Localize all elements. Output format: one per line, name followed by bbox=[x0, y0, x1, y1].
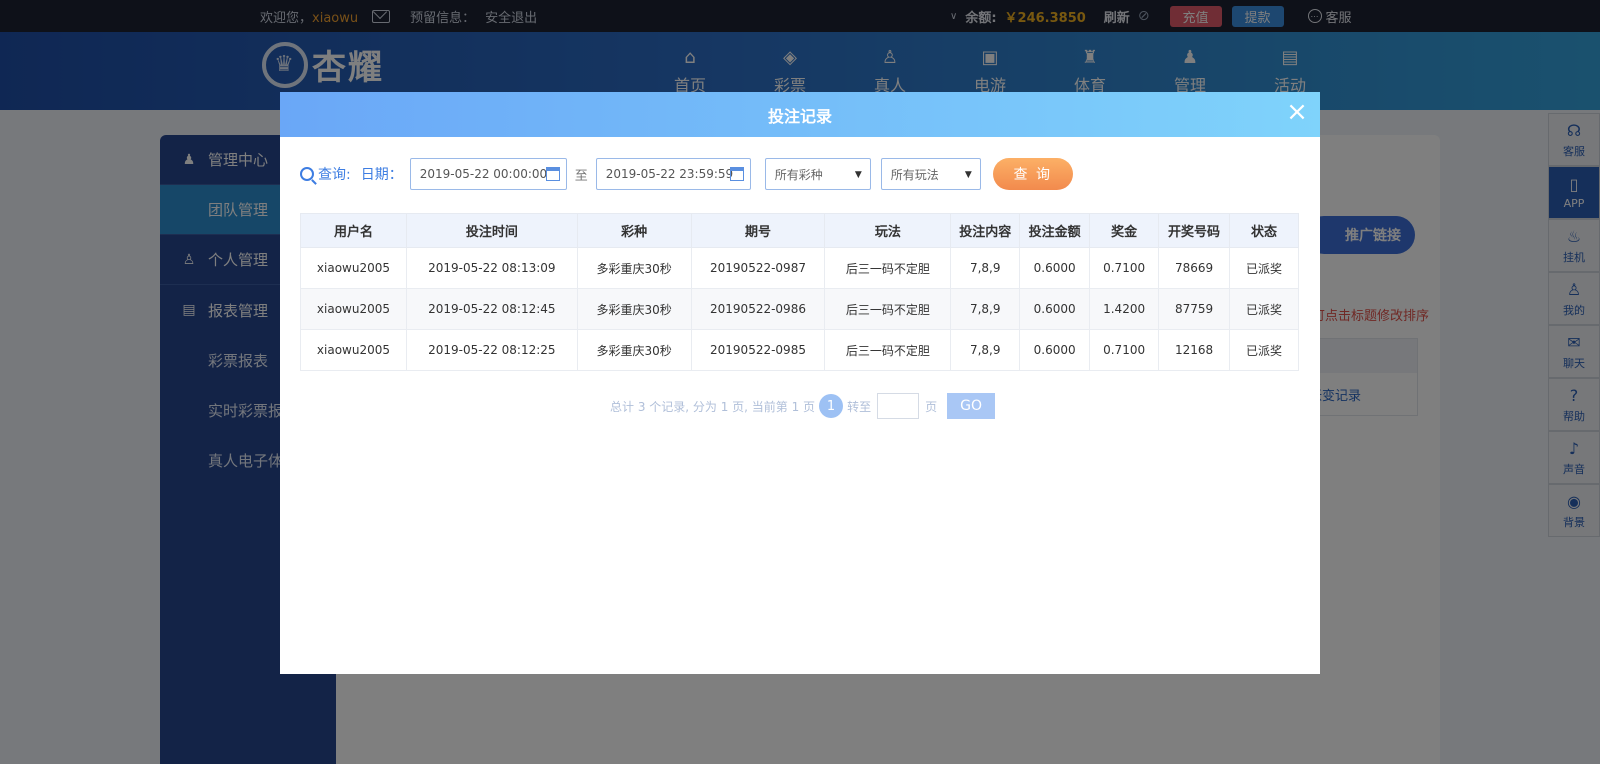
bet-record-table: 用户名 投注时间 彩种 期号 玩法 投注内容 投注金额 奖金 开奖号码 状态 x… bbox=[300, 213, 1299, 371]
calendar-icon[interactable] bbox=[545, 167, 560, 181]
page-number-current[interactable]: 1 bbox=[819, 394, 844, 418]
query-label-text: 查询: bbox=[318, 167, 351, 183]
column-header[interactable]: 投注内容 bbox=[950, 213, 1021, 248]
play-type-select[interactable]: 所有玩法 ▼ bbox=[880, 158, 981, 190]
date-label: 日期： bbox=[360, 167, 403, 183]
table-row[interactable]: xiaowu2005 2019-05-22 08:12:25 多彩重庆30秒 2… bbox=[300, 329, 1299, 371]
cell-username: xiaowu2005 bbox=[300, 329, 407, 371]
cell-content: 7,8,9 bbox=[950, 288, 1021, 330]
table-header-row: 用户名 投注时间 彩种 期号 玩法 投注内容 投注金额 奖金 开奖号码 状态 bbox=[300, 213, 1299, 248]
cell-issue: 20190522-0986 bbox=[690, 288, 826, 330]
column-header[interactable]: 期号 bbox=[690, 213, 826, 248]
bet-record-modal: 投注记录 × 查询: 日期： 2019-05-22 00:00:00 至 201… bbox=[280, 92, 1320, 674]
cell-bet-time: 2019-05-22 08:13:09 bbox=[405, 247, 578, 289]
modal-header: 投注记录 × bbox=[280, 92, 1320, 137]
goto-page-input[interactable] bbox=[877, 393, 920, 419]
cell-amount: 0.6000 bbox=[1019, 247, 1091, 289]
cell-play: 后三一码不定胆 bbox=[824, 288, 952, 330]
cell-amount: 0.6000 bbox=[1019, 288, 1091, 330]
cell-content: 7,8,9 bbox=[950, 247, 1021, 289]
column-header[interactable]: 状态 bbox=[1229, 213, 1299, 248]
column-header[interactable]: 彩种 bbox=[576, 213, 692, 248]
cell-play: 后三一码不定胆 bbox=[824, 247, 952, 289]
close-icon[interactable]: × bbox=[1284, 99, 1310, 126]
cell-draw-number: 87759 bbox=[1158, 288, 1231, 330]
column-header[interactable]: 用户名 bbox=[300, 213, 407, 248]
end-date-input[interactable]: 2019-05-22 23:59:59 bbox=[595, 158, 751, 190]
column-header[interactable]: 开奖号码 bbox=[1158, 213, 1231, 248]
start-date-value: 2019-05-22 00:00:00 bbox=[419, 167, 548, 181]
filter-bar: 查询: 日期： 2019-05-22 00:00:00 至 2019-05-22… bbox=[300, 158, 1073, 190]
table-row[interactable]: xiaowu2005 2019-05-22 08:13:09 多彩重庆30秒 2… bbox=[300, 247, 1299, 289]
cell-play: 后三一码不定胆 bbox=[824, 329, 952, 371]
cell-prize: 1.4200 bbox=[1089, 288, 1160, 330]
search-icon bbox=[300, 167, 314, 181]
cell-username: xiaowu2005 bbox=[300, 247, 407, 289]
cell-amount: 0.6000 bbox=[1019, 329, 1091, 371]
column-header[interactable]: 投注时间 bbox=[405, 213, 578, 248]
cell-status: 已派奖 bbox=[1229, 329, 1299, 371]
cell-draw-number: 78669 bbox=[1158, 247, 1231, 289]
cell-prize: 0.7100 bbox=[1089, 329, 1160, 371]
cell-issue: 20190522-0987 bbox=[690, 247, 826, 289]
modal-title: 投注记录 bbox=[767, 106, 832, 126]
query-button[interactable]: 查 询 bbox=[992, 158, 1073, 190]
cell-content: 7,8,9 bbox=[950, 329, 1021, 371]
column-header[interactable]: 投注金额 bbox=[1019, 213, 1091, 248]
cell-bet-time: 2019-05-22 08:12:25 bbox=[405, 329, 578, 371]
pagination: 总计 3 个记录, 分为 1 页, 当前第 1 页 1 转至 页 GO bbox=[610, 393, 996, 419]
end-date-value: 2019-05-22 23:59:59 bbox=[605, 167, 734, 181]
cell-issue: 20190522-0985 bbox=[690, 329, 826, 371]
to-label: 至 bbox=[574, 168, 588, 184]
calendar-icon[interactable] bbox=[729, 167, 744, 181]
cell-bet-time: 2019-05-22 08:12:45 bbox=[405, 288, 578, 330]
cell-username: xiaowu2005 bbox=[300, 288, 407, 330]
cell-lottery: 多彩重庆30秒 bbox=[576, 247, 692, 289]
goto-label: 转至 bbox=[847, 399, 872, 414]
column-header[interactable]: 奖金 bbox=[1089, 213, 1160, 248]
column-header[interactable]: 玩法 bbox=[824, 213, 952, 248]
cell-status: 已派奖 bbox=[1229, 247, 1299, 289]
caret-down-icon: ▼ bbox=[964, 170, 972, 180]
play-type-value: 所有玩法 bbox=[890, 167, 939, 182]
table-row[interactable]: xiaowu2005 2019-05-22 08:12:45 多彩重庆30秒 2… bbox=[300, 288, 1299, 330]
pagination-summary: 总计 3 个记录, 分为 1 页, 当前第 1 页 bbox=[610, 399, 816, 414]
query-label: 查询: bbox=[300, 164, 351, 184]
caret-down-icon: ▼ bbox=[854, 170, 862, 180]
start-date-input[interactable]: 2019-05-22 00:00:00 bbox=[409, 158, 567, 190]
lottery-type-value: 所有彩种 bbox=[774, 167, 823, 182]
cell-lottery: 多彩重庆30秒 bbox=[576, 329, 692, 371]
go-button[interactable]: GO bbox=[947, 393, 996, 419]
cell-status: 已派奖 bbox=[1229, 288, 1299, 330]
cell-lottery: 多彩重庆30秒 bbox=[576, 288, 692, 330]
cell-draw-number: 12168 bbox=[1158, 329, 1231, 371]
cell-prize: 0.7100 bbox=[1089, 247, 1160, 289]
lottery-type-select[interactable]: 所有彩种 ▼ bbox=[764, 158, 871, 190]
page-label: 页 bbox=[925, 399, 938, 414]
